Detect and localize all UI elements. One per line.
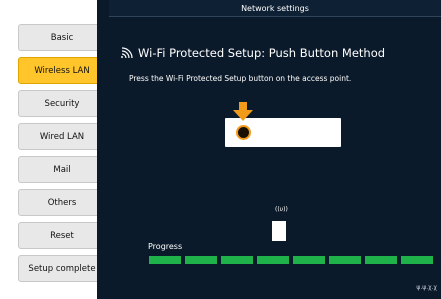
sidebar-item-label: Others [47, 197, 77, 208]
sidebar-item-security[interactable]: Security [18, 90, 106, 117]
progress-segment [401, 256, 433, 264]
sidebar-item-others[interactable]: Others [18, 189, 106, 216]
signal-text: ((υ)) [275, 206, 288, 213]
arrow-down-icon [233, 102, 253, 121]
version-text: ψ.ψ.χ.χ [416, 284, 437, 291]
sidebar-item-label: Wireless LAN [34, 65, 90, 76]
progress-segment [149, 256, 181, 264]
progress-bar [149, 256, 433, 264]
progress-segment [185, 256, 217, 264]
main-panel: Network settings Wi-Fi Protected Setup: … [109, 0, 441, 299]
progress-segment [329, 256, 361, 264]
sidebar-item-wireless-lan[interactable]: Wireless LAN [18, 57, 106, 84]
access-point-illustration [225, 118, 341, 147]
sidebar-item-label: Security [44, 98, 80, 109]
sidebar-item-reset[interactable]: Reset [18, 222, 106, 249]
window-title: Network settings [109, 0, 441, 17]
sidebar-item-label: Reset [50, 230, 74, 241]
page-title: Wi-Fi Protected Setup: Push Button Metho… [120, 46, 385, 60]
sidebar-item-setup-complete[interactable]: Setup complete [18, 255, 106, 282]
progress-segment [293, 256, 325, 264]
page-title-text: Wi-Fi Protected Setup: Push Button Metho… [138, 46, 386, 60]
sidebar-item-label: Mail [53, 164, 71, 175]
sidebar-item-mail[interactable]: Mail [18, 156, 106, 183]
sidebar-item-label: Setup complete [28, 263, 96, 274]
device-icon [272, 221, 286, 241]
progress-segment [221, 256, 253, 264]
sidebar-item-label: Wired LAN [39, 131, 85, 142]
sidebar-item-basic[interactable]: Basic [18, 24, 106, 51]
progress-segment [257, 256, 289, 264]
tab-rail [97, 0, 109, 299]
wifi-signal-icon [121, 47, 133, 59]
sidebar-item-label: Basic [50, 32, 74, 43]
progress-segment [365, 256, 397, 264]
instruction-text: Press the Wi-Fi Protected Setup button o… [129, 74, 352, 83]
wps-push-button-icon [236, 125, 251, 140]
sidebar-item-wired-lan[interactable]: Wired LAN [18, 123, 106, 150]
window-title-text: Network settings [241, 3, 309, 13]
progress-label: Progress [148, 242, 183, 251]
